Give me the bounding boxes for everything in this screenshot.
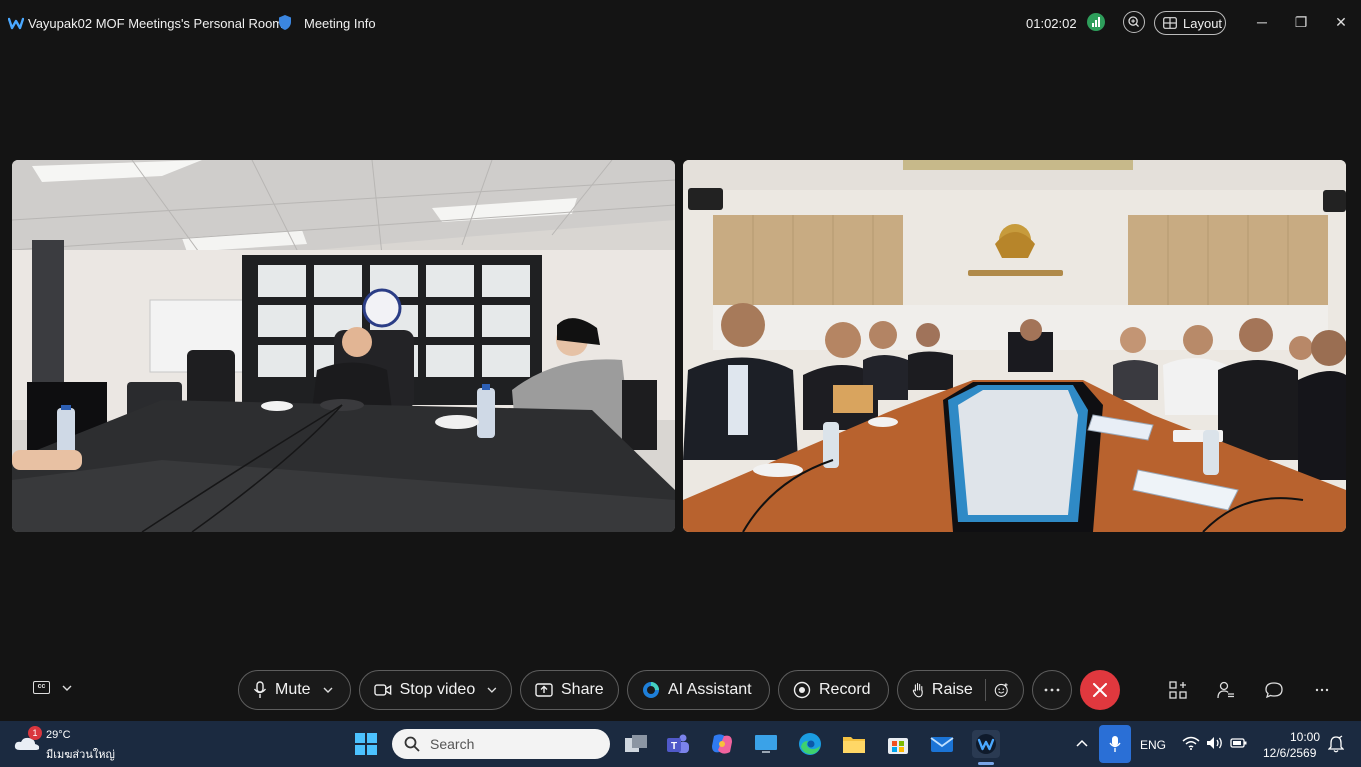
search-placeholder: Search [430,736,475,752]
webex-logo-icon [8,17,24,30]
ai-assistant-icon [643,682,659,698]
input-language[interactable]: ENG [1140,738,1166,752]
microphone-icon [1109,736,1121,752]
zoom-icon[interactable] [1123,11,1145,33]
remote-desktop-icon[interactable] [752,730,780,758]
meeting-timer: 01:02:02 [1026,16,1077,31]
reactions-icon[interactable] [994,681,1009,699]
ai-assistant-button[interactable]: AI Assistant [627,670,770,710]
share-screen-icon [535,683,553,697]
stop-video-button[interactable]: Stop video [359,670,512,710]
apps-icon [1169,681,1187,699]
chevron-down-icon [62,685,72,691]
share-button[interactable]: Share [520,670,619,710]
record-icon [793,681,811,699]
raise-label: Raise [931,681,973,698]
chevron-down-icon[interactable] [323,687,333,693]
taskbar: 1 29°C มีเมฆส่วนใหญ่ Search T ENG 10:00 … [0,721,1361,767]
clock-time[interactable]: 10:00 [1290,730,1320,744]
restore-icon[interactable]: ❐ [1293,14,1309,30]
apps-button[interactable] [1168,680,1188,700]
participants-icon [1217,681,1234,699]
chevron-up-icon[interactable] [1076,739,1088,747]
windows-start-icon[interactable] [352,730,380,758]
close-icon[interactable]: ✕ [1333,14,1349,30]
mail-icon[interactable] [928,730,956,758]
room-title: Vayupak02 MOF Meetings's Personal Room [28,16,284,31]
chat-icon [1265,682,1283,699]
stop-video-label: Stop video [399,681,476,698]
title-bar: Vayupak02 MOF Meetings's Personal Room M… [0,0,1361,46]
edge-browser-icon[interactable] [796,730,824,758]
webex-taskbar-button[interactable] [972,730,1000,758]
mute-label: Mute [275,681,311,698]
search-icon [404,736,420,752]
microsoft-store-icon[interactable] [884,730,912,758]
microphone-icon [253,681,267,698]
notification-bell-icon[interactable] [1328,735,1344,753]
meeting-info-link[interactable]: Meeting Info [304,16,376,31]
more-options-button[interactable] [1032,670,1072,710]
minimize-icon[interactable]: ─ [1254,14,1270,30]
volume-icon[interactable] [1206,736,1224,750]
layout-label: Layout [1183,15,1223,31]
share-label: Share [561,681,604,698]
closed-captions-button[interactable]: cc [33,681,72,694]
layout-button[interactable]: Layout [1154,11,1226,35]
more-panels-button[interactable] [1312,680,1332,700]
signal-strength-icon[interactable] [1087,13,1105,31]
ai-assistant-label: AI Assistant [668,681,752,698]
shield-icon[interactable] [278,14,292,31]
copilot-icon[interactable] [708,730,736,758]
webex-icon [976,734,996,754]
weather-description: มีเมฆส่วนใหญ่ [46,749,115,761]
taskbar-search[interactable]: Search [392,729,610,759]
layout-grid-icon [1163,17,1177,29]
teams-icon[interactable]: T [664,730,692,758]
battery-icon[interactable] [1230,736,1248,750]
active-app-indicator [978,762,994,765]
more-icon [1315,688,1329,692]
svg-text:T: T [671,741,677,752]
divider [984,679,986,701]
video-feed-right [683,160,1346,532]
closed-captions-icon: cc [33,681,50,694]
chevron-down-icon[interactable] [487,687,497,693]
video-feed-left [12,160,675,532]
weather-temperature: 29°C [46,729,71,741]
participants-button[interactable] [1216,680,1236,700]
wifi-icon[interactable] [1182,736,1200,750]
video-tile-right[interactable] [683,160,1346,532]
leave-meeting-button[interactable] [1080,670,1120,710]
raise-hand-button[interactable]: Raise [897,670,1024,710]
camera-icon [374,684,392,696]
video-tile-left[interactable] [12,160,675,532]
more-icon [1044,688,1060,692]
file-explorer-icon[interactable] [840,730,868,758]
task-view-icon[interactable] [622,730,650,758]
clock-date[interactable]: 12/6/2569 [1263,746,1316,760]
chat-button[interactable] [1264,680,1284,700]
record-label: Record [819,681,871,698]
raise-hand-icon [912,683,923,698]
record-button[interactable]: Record [778,670,889,710]
close-icon [1093,683,1107,697]
notification-badge: 1 [28,726,42,740]
mute-button[interactable]: Mute [238,670,351,710]
microphone-in-use-indicator[interactable] [1099,725,1131,763]
